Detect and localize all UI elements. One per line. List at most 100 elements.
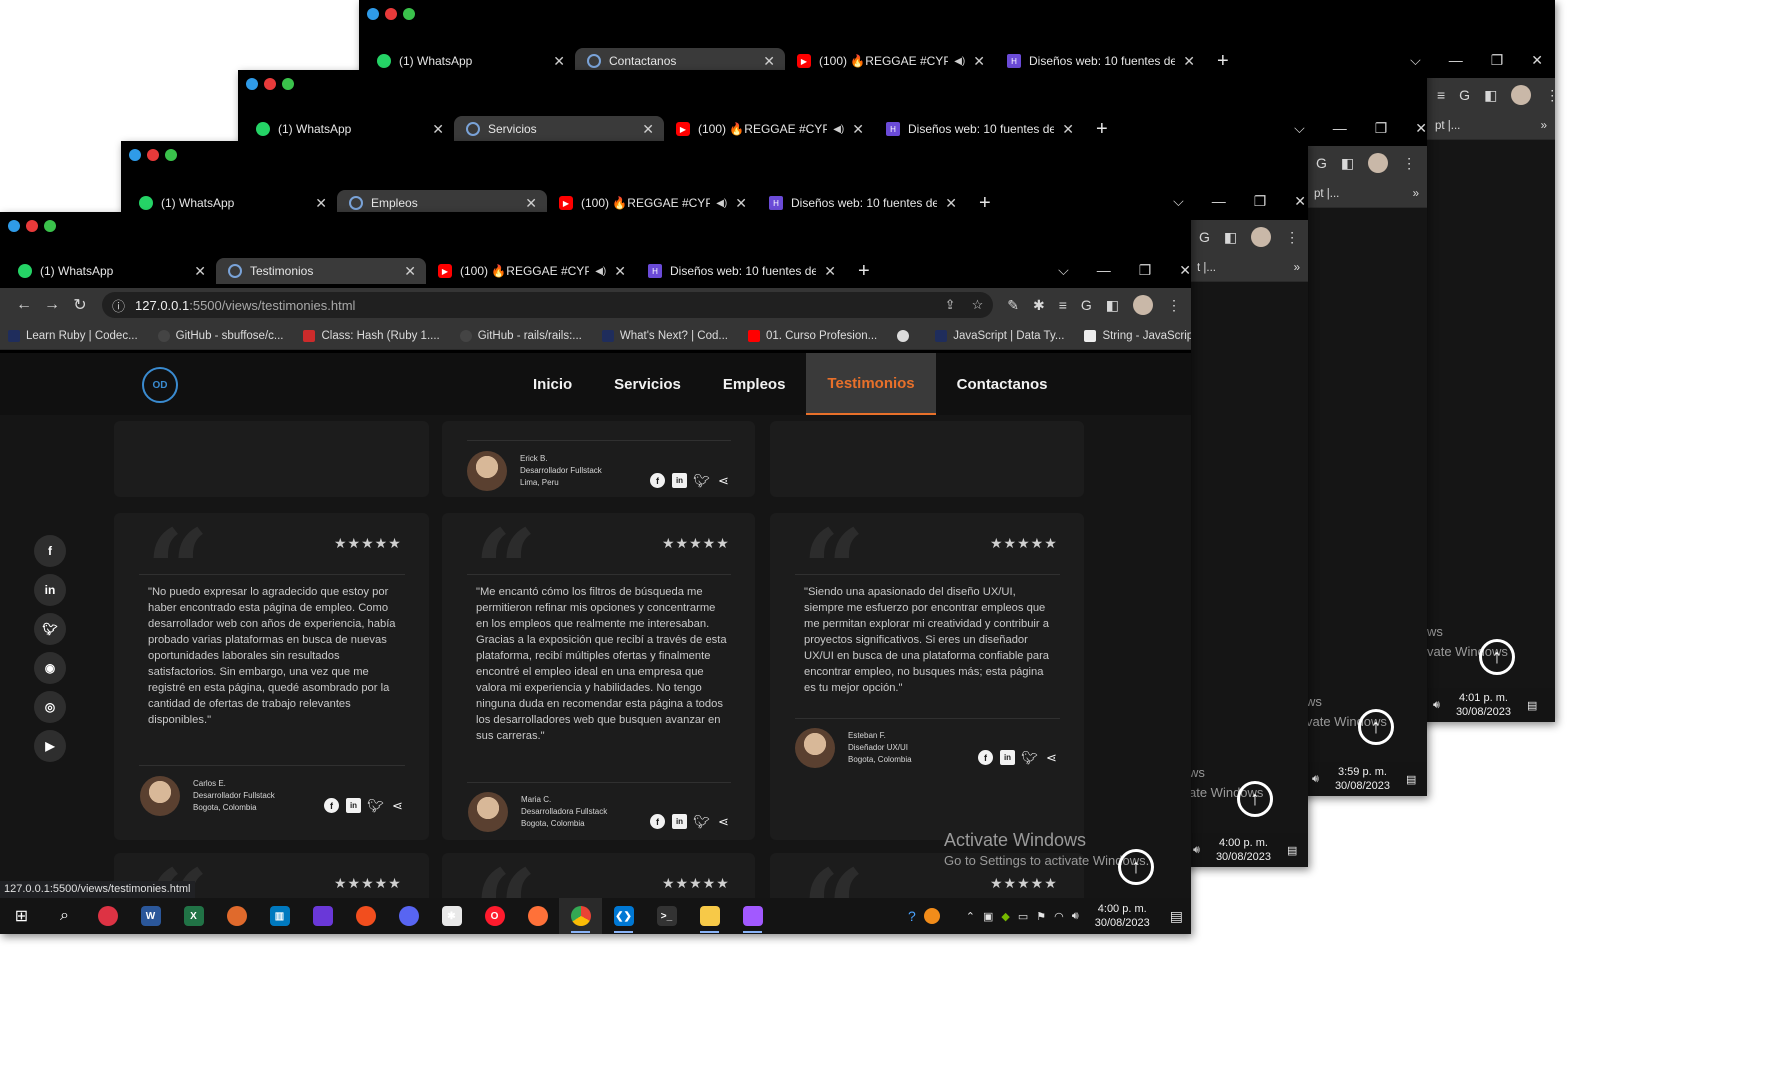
sidepanel-icon[interactable]: ◧ xyxy=(1106,297,1119,314)
search-icon[interactable]: ⌕ xyxy=(43,898,86,934)
scroll-top-button[interactable]: ↑ xyxy=(1118,849,1154,885)
bookmarks-more[interactable]: » xyxy=(1413,188,1419,200)
figma-icon[interactable] xyxy=(344,898,387,934)
tab-disenos[interactable]: HDiseños web: 10 fuentes de inspi✕ xyxy=(874,116,1084,142)
close-tab-icon[interactable]: ✕ xyxy=(824,263,836,280)
twitter-icon[interactable]: 🐦︎ xyxy=(1021,750,1038,765)
puzzle-icon[interactable]: ✱ xyxy=(1033,297,1045,314)
firefox-icon[interactable] xyxy=(516,898,559,934)
twitter-icon[interactable]: 🐦︎ xyxy=(693,473,710,488)
nav-inicio[interactable]: Inicio xyxy=(512,353,593,415)
sidepanel-icon[interactable]: ◧ xyxy=(1484,87,1497,104)
youtube-icon[interactable]: ▶ xyxy=(34,730,66,762)
share-icon[interactable]: ⇪ xyxy=(945,297,956,313)
linkedin-icon[interactable]: in xyxy=(346,798,361,813)
linkedin-icon[interactable]: in xyxy=(34,574,66,606)
nav-servicios[interactable]: Servicios xyxy=(593,353,702,415)
close-tab-icon[interactable]: ✕ xyxy=(852,121,864,138)
facebook-icon[interactable]: f xyxy=(978,750,993,765)
notifications-icon[interactable]: ▤ xyxy=(1170,908,1183,925)
close-tab-icon[interactable]: ✕ xyxy=(525,195,537,212)
battery-icon[interactable]: ▭ xyxy=(1018,910,1028,923)
app-tray-icon[interactable] xyxy=(923,908,940,924)
taskbar-clock[interactable]: 4:00 p. m. 30/08/2023 xyxy=(1095,902,1150,930)
scroll-top-button[interactable]: ↑ xyxy=(1358,709,1394,745)
facebook-icon[interactable]: f xyxy=(324,798,339,813)
close-tab-icon[interactable]: ✕ xyxy=(973,53,985,70)
opera-icon[interactable]: O xyxy=(473,898,516,934)
close-tab-icon[interactable]: ✕ xyxy=(735,195,747,212)
word-icon[interactable]: W xyxy=(129,898,172,934)
tab-testimonios[interactable]: Testimonios ✕ xyxy=(216,258,426,284)
linkedin-icon[interactable]: in xyxy=(672,814,687,829)
sidepanel-icon[interactable]: ◧ xyxy=(1341,155,1354,172)
start-button[interactable]: ⊞ xyxy=(0,898,43,934)
volume-icon[interactable]: 🔊︎ xyxy=(1312,773,1319,786)
tab-search-icon[interactable]: ⌵ xyxy=(1058,262,1069,279)
menu-icon[interactable]: ⋮ xyxy=(1167,297,1181,314)
site-logo[interactable]: OD xyxy=(142,367,178,403)
profile-avatar[interactable] xyxy=(1368,153,1389,173)
bookmark-item[interactable]: String - JavaScript |... xyxy=(1084,329,1191,342)
restore-icon[interactable]: ❐ xyxy=(1139,262,1152,279)
security-icon[interactable]: ⚑ xyxy=(1036,910,1046,923)
bookmarks-more[interactable]: » xyxy=(1541,120,1547,132)
sidepanel-icon[interactable]: ◧ xyxy=(1224,229,1237,246)
google-icon[interactable]: G xyxy=(1081,297,1092,313)
close-tab-icon[interactable]: ✕ xyxy=(614,263,626,280)
bookmark-item[interactable]: Learn Ruby | Codec... xyxy=(8,329,138,342)
menu-icon[interactable]: ⋮ xyxy=(1545,87,1555,104)
figma-icon[interactable] xyxy=(731,898,774,934)
profile-avatar[interactable] xyxy=(1511,85,1532,105)
mute-icon[interactable]: ◀) xyxy=(595,266,606,277)
close-tab-icon[interactable]: ✕ xyxy=(945,195,957,212)
bookmark-item[interactable]: GitHub - rails/rails:... xyxy=(459,329,582,342)
minimize-icon[interactable]: — xyxy=(1449,52,1463,69)
menu-icon[interactable]: ⋮ xyxy=(1285,229,1299,246)
close-icon[interactable]: ✕ xyxy=(1294,193,1306,210)
bookmark-item[interactable]: JavaScript | Data Ty... xyxy=(935,329,1064,342)
profile-avatar[interactable] xyxy=(1251,227,1272,247)
bookmark-item[interactable]: 01. Curso Profesion... xyxy=(747,329,877,342)
close-icon[interactable]: ✕ xyxy=(1531,52,1543,69)
notifications-icon[interactable]: ▤ xyxy=(1287,844,1297,857)
terminal-icon[interactable]: >_ xyxy=(645,898,688,934)
volume-icon[interactable]: 🔊︎ xyxy=(1193,844,1200,857)
extension-icon[interactable]: ✎ xyxy=(1007,297,1019,314)
linkedin-icon[interactable]: in xyxy=(672,473,687,488)
wifi-icon[interactable]: ◠ xyxy=(1054,910,1064,923)
forward-icon[interactable]: → xyxy=(38,296,66,314)
bookmark-item[interactable]: Class: Hash (Ruby 1.... xyxy=(303,329,440,342)
restore-icon[interactable]: ❐ xyxy=(1254,193,1267,210)
share-icon[interactable]: ⋖ xyxy=(1044,750,1059,765)
restore-icon[interactable]: ❐ xyxy=(1491,52,1504,69)
volume-icon[interactable]: 🔊︎ xyxy=(1433,699,1440,712)
close-tab-icon[interactable]: ✕ xyxy=(1062,121,1074,138)
tab-whatsapp[interactable]: (1) WhatsApp ✕ xyxy=(6,258,216,284)
close-tab-icon[interactable]: ✕ xyxy=(432,121,444,138)
chevron-up-icon[interactable]: ⌃ xyxy=(966,910,975,923)
mute-icon[interactable]: ◀) xyxy=(954,56,965,67)
instagram-icon[interactable]: ◎ xyxy=(34,691,66,723)
close-icon[interactable]: ✕ xyxy=(1415,120,1427,137)
excel-icon[interactable]: X xyxy=(172,898,215,934)
menu-icon[interactable]: ⋮ xyxy=(1402,155,1416,172)
linkedin-icon[interactable]: in xyxy=(1000,750,1015,765)
nav-testimonios[interactable]: Testimonios xyxy=(806,353,936,415)
taskbar-clock[interactable]: 3:59 p. m. 30/08/2023 xyxy=(1335,765,1390,793)
vscode-icon[interactable]: ❮❯ xyxy=(602,898,645,934)
taskbar-clock[interactable]: 4:00 p. m. 30/08/2023 xyxy=(1216,836,1271,864)
help-icon[interactable]: ? xyxy=(908,908,916,924)
minimize-icon[interactable]: — xyxy=(1097,262,1111,279)
back-icon[interactable]: ← xyxy=(10,296,38,314)
close-icon[interactable]: ✕ xyxy=(1179,262,1191,279)
scroll-top-button[interactable]: ↑ xyxy=(1479,639,1515,675)
new-tab-button[interactable]: + xyxy=(858,260,870,283)
tab-youtube[interactable]: ▶(100) 🔥REGGAE #CYPHER V◀)✕ xyxy=(664,116,874,142)
google-icon[interactable]: G xyxy=(1316,155,1327,171)
close-tab-icon[interactable]: ✕ xyxy=(642,121,654,138)
chrome-icon[interactable] xyxy=(559,898,602,934)
twitter-icon[interactable]: 🐦︎ xyxy=(693,814,710,829)
new-tab-button[interactable]: + xyxy=(1096,118,1108,141)
minimize-icon[interactable]: — xyxy=(1212,193,1226,210)
